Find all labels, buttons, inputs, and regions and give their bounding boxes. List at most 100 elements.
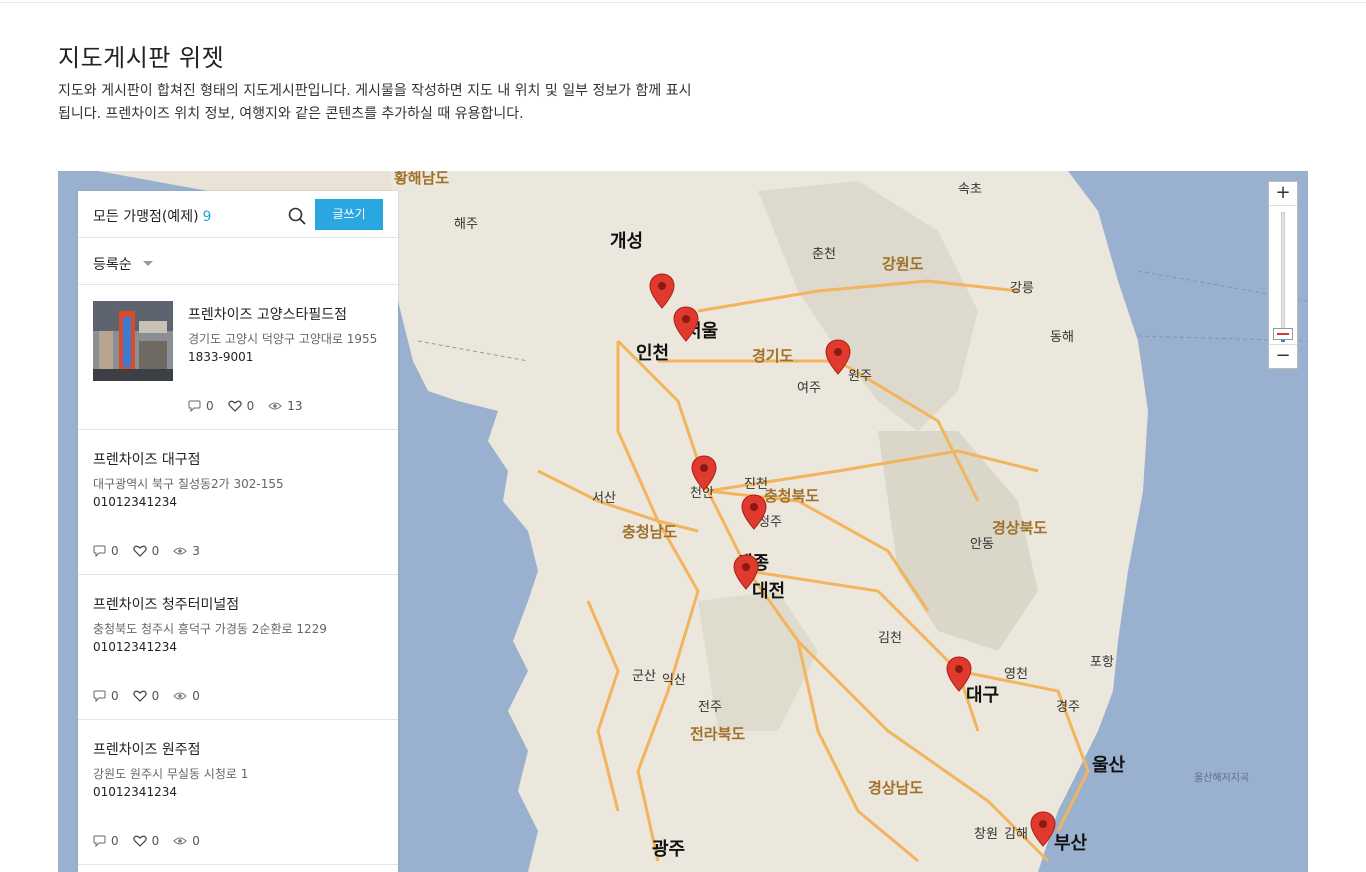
like-count: 0 xyxy=(246,399,255,413)
caret-down-icon xyxy=(143,261,153,266)
map-label-haeju: 해주 xyxy=(454,217,478,232)
eye-icon xyxy=(173,692,187,700)
store-address: 경기도 고양시 덕양구 고양대로 1955 xyxy=(188,332,378,346)
heart-icon xyxy=(227,400,242,412)
map-label-yeongcheon: 영천 xyxy=(1004,667,1028,682)
map-pin-marker[interactable] xyxy=(733,554,759,590)
map-label-chuncheon: 춘천 xyxy=(812,247,836,262)
eye-icon xyxy=(268,402,282,410)
like-stat[interactable]: 0 xyxy=(132,689,160,703)
comment-count: 0 xyxy=(111,544,119,558)
map-label-gyeongnam: 경상남도 xyxy=(868,779,924,797)
map-label-ulsan: 울산 xyxy=(1092,755,1126,776)
map-pin-marker[interactable] xyxy=(691,455,717,491)
map-label-jeonju: 전주 xyxy=(698,700,722,715)
comment-icon xyxy=(93,545,106,557)
like-count: 0 xyxy=(151,834,160,848)
store-phone: 1833-9001 xyxy=(188,350,254,364)
heart-icon xyxy=(132,545,147,557)
page-description: 지도와 게시판이 합쳐진 형태의 지도게시판입니다. 게시물을 작성하면 지도 … xyxy=(58,83,692,122)
comment-icon xyxy=(93,690,106,702)
view-count: 13 xyxy=(287,399,303,413)
map-label-sokcho: 속초 xyxy=(958,182,982,197)
panel-title: 모든 가맹점(예제) 9 xyxy=(93,206,211,226)
comment-count: 0 xyxy=(111,834,119,848)
heart-icon xyxy=(132,835,147,847)
eye-icon xyxy=(173,547,187,555)
comment-icon xyxy=(188,400,201,412)
map-label-gyeonggi: 경기도 xyxy=(752,347,794,365)
store-name[interactable]: 프렌차이즈 원주점 xyxy=(93,739,201,759)
map-label-gunsan: 군산 xyxy=(632,669,656,684)
store-phone: 01012341234 xyxy=(93,495,177,509)
view-count: 0 xyxy=(192,689,200,703)
map-pin-marker[interactable] xyxy=(741,494,767,530)
page-title: 지도게시판 위젯 xyxy=(58,44,225,72)
store-thumbnail xyxy=(93,301,173,381)
comment-stat: 0 xyxy=(93,834,119,848)
map-label-chungbuk: 충청북도 xyxy=(764,487,820,505)
store-count: 9 xyxy=(202,209,212,225)
search-icon[interactable] xyxy=(288,207,306,225)
sort-dropdown[interactable]: 등록순 xyxy=(78,238,398,285)
comment-stat: 0 xyxy=(93,689,119,703)
like-count: 0 xyxy=(151,544,160,558)
map-label-iksan: 익산 xyxy=(662,673,686,688)
like-stat[interactable]: 0 xyxy=(227,399,255,413)
map-label-gangneung: 강릉 xyxy=(1010,281,1034,296)
map-label-changwon: 창원 xyxy=(974,827,998,842)
map-label-busan: 부산 xyxy=(1054,833,1088,854)
map-label-hwanghae: 황해남도 xyxy=(394,171,450,187)
map-label-gyeongbuk: 경상북도 xyxy=(992,519,1048,537)
zoom-out-button[interactable]: − xyxy=(1269,344,1297,368)
zoom-control: + − xyxy=(1268,181,1298,369)
map-pin-marker[interactable] xyxy=(1030,811,1056,847)
view-stat: 3 xyxy=(173,544,200,558)
list-item[interactable]: 프렌차이즈 고양스타필드점 경기도 고양시 덕양구 고양대로 1955 1833… xyxy=(78,285,398,430)
zoom-slider-handle[interactable] xyxy=(1273,328,1293,340)
store-name[interactable]: 프렌차이즈 대구점 xyxy=(93,449,201,469)
map-label-donghae: 동해 xyxy=(1050,330,1074,345)
map-view[interactable]: 황해남도 해주 개성 인천 서울 경기도 강원도 춘천 원주 여주 강릉 동해 … xyxy=(58,171,1308,872)
list-item[interactable]: 프렌차이즈 청주터미널점 충청북도 청주시 흥덕구 가경동 2순환로 1229 … xyxy=(78,575,398,720)
item-stats: 0 0 3 xyxy=(93,544,214,558)
map-label-wonju: 원주 xyxy=(848,369,872,384)
map-pin-marker[interactable] xyxy=(825,339,851,375)
map-pin-marker[interactable] xyxy=(649,273,675,309)
map-label-pohang: 포항 xyxy=(1090,655,1114,670)
map-label-gyeongju: 경주 xyxy=(1056,700,1080,715)
comment-count: 0 xyxy=(206,399,214,413)
map-label-gimhae: 김해 xyxy=(1004,827,1028,842)
like-stat[interactable]: 0 xyxy=(132,544,160,558)
comment-stat: 0 xyxy=(188,399,214,413)
item-stats: 0 0 0 xyxy=(93,834,214,848)
store-name[interactable]: 프렌차이즈 청주터미널점 xyxy=(93,594,239,614)
map-label-jeonbuk: 전라북도 xyxy=(690,725,746,743)
store-phone: 01012341234 xyxy=(93,640,177,654)
view-count: 3 xyxy=(192,544,200,558)
sort-label: 등록순 xyxy=(93,257,132,273)
comment-count: 0 xyxy=(111,689,119,703)
store-list-panel: 모든 가맹점(예제) 9 글쓰기 등록순 프렌차이즈 고양스타필드점 경기도 고양… xyxy=(78,191,398,872)
view-count: 0 xyxy=(192,834,200,848)
comment-stat: 0 xyxy=(93,544,119,558)
map-label-gangwon: 강원도 xyxy=(882,255,924,273)
view-stat: 0 xyxy=(173,834,200,848)
zoom-slider-track[interactable] xyxy=(1281,212,1285,340)
like-stat[interactable]: 0 xyxy=(132,834,160,848)
map-label-chungnam: 충청남도 xyxy=(622,523,678,541)
map-pin-marker[interactable] xyxy=(946,656,972,692)
write-button[interactable]: 글쓰기 xyxy=(315,199,383,230)
map-pin-marker[interactable] xyxy=(673,306,699,342)
view-stat: 0 xyxy=(173,689,200,703)
map-label-incheon: 인천 xyxy=(636,343,670,364)
store-phone: 01012341234 xyxy=(93,785,177,799)
list-item[interactable]: 프렌차이즈 대구점 대구광역시 북구 칠성동2가 302-155 0101234… xyxy=(78,430,398,575)
store-name[interactable]: 프렌차이즈 고양스타필드점 xyxy=(188,304,347,324)
list-item[interactable]: 프렌차이즈 원주점 강원도 원주시 무실동 시청로 1 01012341234 … xyxy=(78,720,398,865)
zoom-in-button[interactable]: + xyxy=(1269,182,1297,206)
like-count: 0 xyxy=(151,689,160,703)
panel-header: 모든 가맹점(예제) 9 글쓰기 xyxy=(78,191,398,238)
map-label-seosan: 서산 xyxy=(592,491,616,506)
map-label-gwangju: 광주 xyxy=(652,839,686,860)
